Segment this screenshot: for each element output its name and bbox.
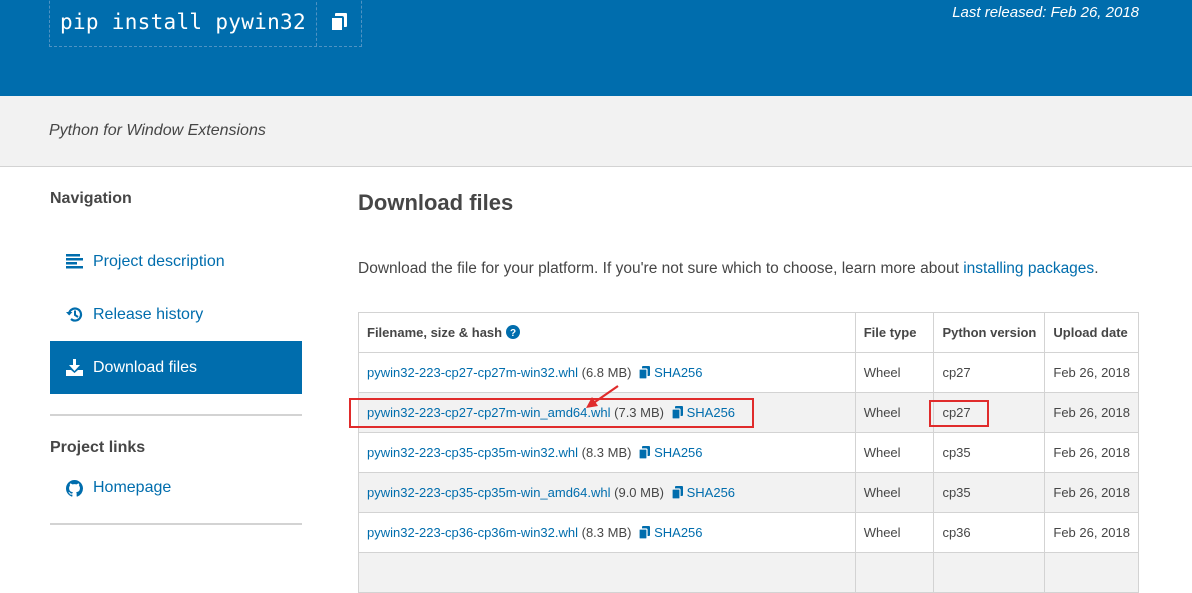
svg-text:?: ? xyxy=(510,328,516,339)
python-version-cell: cp35 xyxy=(933,432,1046,473)
file-cell: pywin32-223-cp35-cp35m-win_amd64.whl (9.… xyxy=(358,472,856,513)
file-type-cell: Wheel xyxy=(854,432,935,473)
header-banner: pip install pywin32 Last released: Feb 2… xyxy=(0,0,1192,96)
pip-command-box: pip install pywin32 xyxy=(49,0,362,47)
download-icon xyxy=(66,359,83,376)
link-label: Homepage xyxy=(93,479,172,496)
table-row: pywin32-223-cp27-cp27m-win32.whl (6.8 MB… xyxy=(358,352,1139,393)
installing-packages-link[interactable]: installing packages xyxy=(963,260,1094,277)
table-row: pywin32-223-cp27-cp27m-win_amd64.whl (7.… xyxy=(358,392,1139,433)
github-icon xyxy=(66,479,83,497)
package-summary: Python for Window Extensions xyxy=(49,122,266,139)
nav-item-label: Project description xyxy=(93,252,225,270)
table-row: pywin32-223-cp35-cp35m-win32.whl (8.3 MB… xyxy=(358,432,1139,473)
python-version-cell: cp35 xyxy=(933,472,1046,513)
file-cell: pywin32-223-cp35-cp35m-win32.whl (8.3 MB… xyxy=(358,432,856,473)
file-type-cell: Wheel xyxy=(854,352,935,393)
file-type-cell: Wheel xyxy=(854,472,935,513)
pip-command: pip install pywin32 xyxy=(60,9,306,34)
file-type-cell: Wheel xyxy=(854,512,935,553)
copy-icon xyxy=(330,12,347,31)
column-header-upload-date: Upload date xyxy=(1044,312,1139,353)
file-link[interactable]: pywin32-223-cp27-cp27m-win32.whl xyxy=(367,365,578,380)
download-files-table: Filename, size & hash ? File type Python… xyxy=(358,312,1139,593)
table-row: pywin32-223-cp36-cp36m-win32.whl (8.3 MB… xyxy=(358,512,1139,553)
table-row xyxy=(358,552,1139,593)
nav-item-project-description[interactable]: Project description xyxy=(50,235,302,288)
column-header-file-type: File type xyxy=(854,312,935,353)
copy-command-button[interactable] xyxy=(315,0,361,46)
file-size: (8.3 MB) xyxy=(581,525,632,540)
summary-bar: Python for Window Extensions xyxy=(0,96,1192,167)
sidebar: Navigation Project description Release h… xyxy=(50,190,302,525)
sha256-link[interactable]: SHA256 xyxy=(654,445,702,460)
annotation-arrow-icon xyxy=(586,385,619,408)
column-header-python-version: Python version xyxy=(933,312,1046,353)
page-title: Download files xyxy=(358,190,514,215)
file-link[interactable]: pywin32-223-cp36-cp36m-win32.whl xyxy=(367,525,578,540)
main-content: Download files Download the file for you… xyxy=(358,190,1139,593)
nav-item-release-history[interactable]: Release history xyxy=(50,288,302,341)
sha256-link[interactable]: SHA256 xyxy=(687,405,735,420)
copy-hash-icon[interactable] xyxy=(638,366,651,380)
file-type-cell: Wheel xyxy=(854,392,935,433)
sha256-link[interactable]: SHA256 xyxy=(654,365,702,380)
file-link[interactable]: pywin32-223-cp35-cp35m-win32.whl xyxy=(367,445,578,460)
nav-item-download-files[interactable]: Download files xyxy=(50,341,302,394)
download-intro: Download the file for your platform. If … xyxy=(358,260,1099,278)
python-version-cell: cp36 xyxy=(933,512,1046,553)
intro-end: . xyxy=(1094,260,1099,277)
file-size: (6.8 MB) xyxy=(581,365,632,380)
sha256-link[interactable]: SHA256 xyxy=(654,525,702,540)
file-size: (9.0 MB) xyxy=(614,485,664,500)
link-homepage[interactable]: Homepage xyxy=(50,467,302,509)
table-row: pywin32-223-cp35-cp35m-win_amd64.whl (9.… xyxy=(358,472,1139,513)
history-icon xyxy=(66,307,83,322)
file-cell xyxy=(358,552,856,593)
table-header-row: Filename, size & hash ? File type Python… xyxy=(358,312,1139,353)
copy-hash-icon[interactable] xyxy=(638,446,651,460)
help-icon[interactable]: ? xyxy=(505,325,520,339)
copy-hash-icon[interactable] xyxy=(671,406,683,420)
align-left-icon xyxy=(66,254,83,269)
upload-date-cell: Feb 26, 2018 xyxy=(1044,432,1139,473)
column-header-filename: Filename, size & hash ? xyxy=(358,312,856,353)
file-link[interactable]: pywin32-223-cp27-cp27m-win_amd64.whl xyxy=(367,405,611,420)
intro-text: Download the file for your platform. If … xyxy=(358,260,964,277)
sidebar-divider xyxy=(50,523,302,525)
sha256-link[interactable]: SHA256 xyxy=(687,485,735,500)
nav-item-label: Download files xyxy=(93,358,198,376)
python-version-cell: cp27 xyxy=(933,392,1046,433)
upload-date-cell: Feb 26, 2018 xyxy=(1044,392,1139,433)
copy-hash-icon[interactable] xyxy=(671,486,683,500)
upload-date-cell: Feb 26, 2018 xyxy=(1044,512,1139,553)
upload-date-cell: Feb 26, 2018 xyxy=(1044,352,1139,393)
upload-date-cell: Feb 26, 2018 xyxy=(1044,472,1139,513)
python-version-cell: cp27 xyxy=(933,352,1046,393)
project-links-heading: Project links xyxy=(50,439,146,456)
last-released: Last released: Feb 26, 2018 xyxy=(952,4,1139,21)
navigation-heading: Navigation xyxy=(50,190,132,207)
file-cell: pywin32-223-cp36-cp36m-win32.whl (8.3 MB… xyxy=(358,512,856,553)
copy-hash-icon[interactable] xyxy=(638,526,651,540)
file-link[interactable]: pywin32-223-cp35-cp35m-win_amd64.whl xyxy=(367,485,611,500)
nav-item-label: Release history xyxy=(93,305,204,323)
file-size: (8.3 MB) xyxy=(581,445,632,460)
